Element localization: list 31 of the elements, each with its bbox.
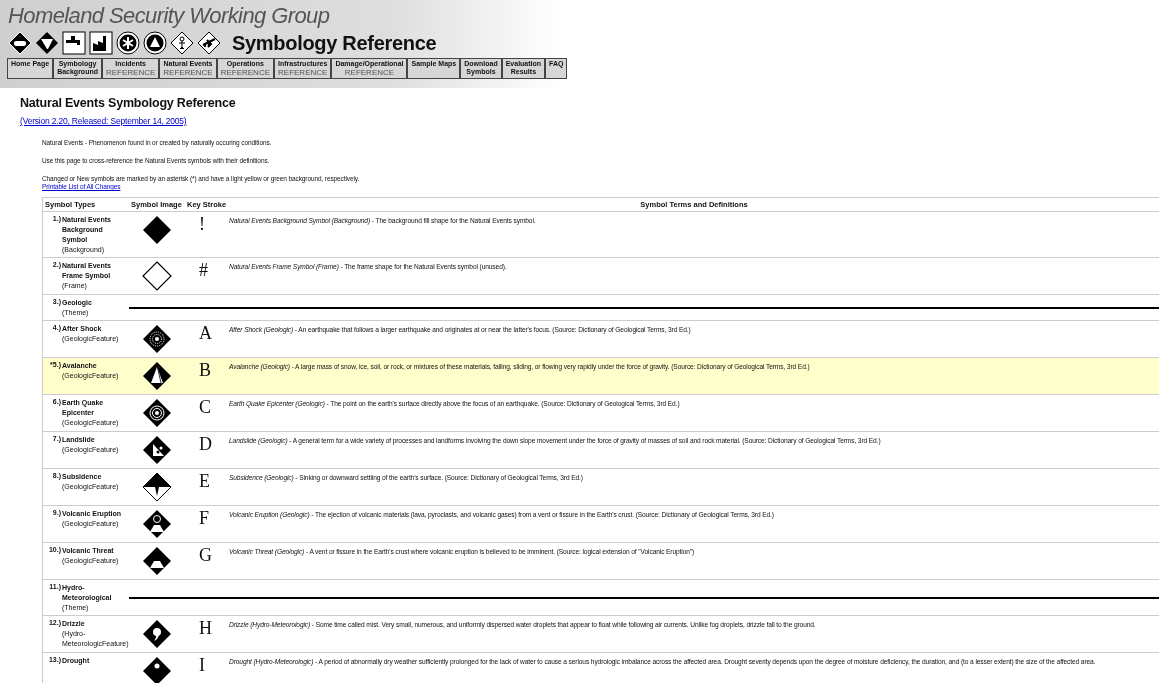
key-stroke: F <box>198 507 210 530</box>
key-stroke: D <box>198 433 213 456</box>
concentric-rings-icon <box>142 398 172 428</box>
key-stroke: H <box>198 617 213 640</box>
key-stroke: # <box>198 259 209 282</box>
dotted-rings-icon <box>142 324 172 354</box>
diamond-outline-icon <box>142 261 172 291</box>
factory-icon <box>89 31 113 55</box>
site-title: Homeland Security Working Group <box>8 4 331 28</box>
triangle-circle-icon <box>143 31 167 55</box>
avalanche-icon <box>142 361 172 391</box>
key-stroke: C <box>198 396 212 419</box>
comma-icon <box>142 619 172 649</box>
asterisk-icon <box>116 31 140 55</box>
key-stroke: B <box>198 359 212 382</box>
tornado-icon <box>35 31 59 55</box>
key-stroke: E <box>198 470 211 493</box>
landslide-icon <box>142 435 172 465</box>
page-banner-title: Symbology Reference <box>232 31 437 55</box>
volcano-eruption-icon <box>142 509 172 539</box>
faucet-icon <box>62 31 86 55</box>
diamond-icon <box>142 215 172 245</box>
key-stroke: G <box>198 544 213 567</box>
subsidence-icon <box>142 472 172 502</box>
person-diamond-icon <box>170 31 194 55</box>
key-stroke: A <box>198 322 213 345</box>
page-heading: Natural Events Symbology Reference <box>20 96 237 110</box>
key-stroke: ! <box>198 213 206 236</box>
key-stroke: I <box>198 654 206 677</box>
volcano-icon <box>142 546 172 576</box>
version-link[interactable]: (Version 2.20, Released: September 14, 2005) <box>20 116 187 126</box>
